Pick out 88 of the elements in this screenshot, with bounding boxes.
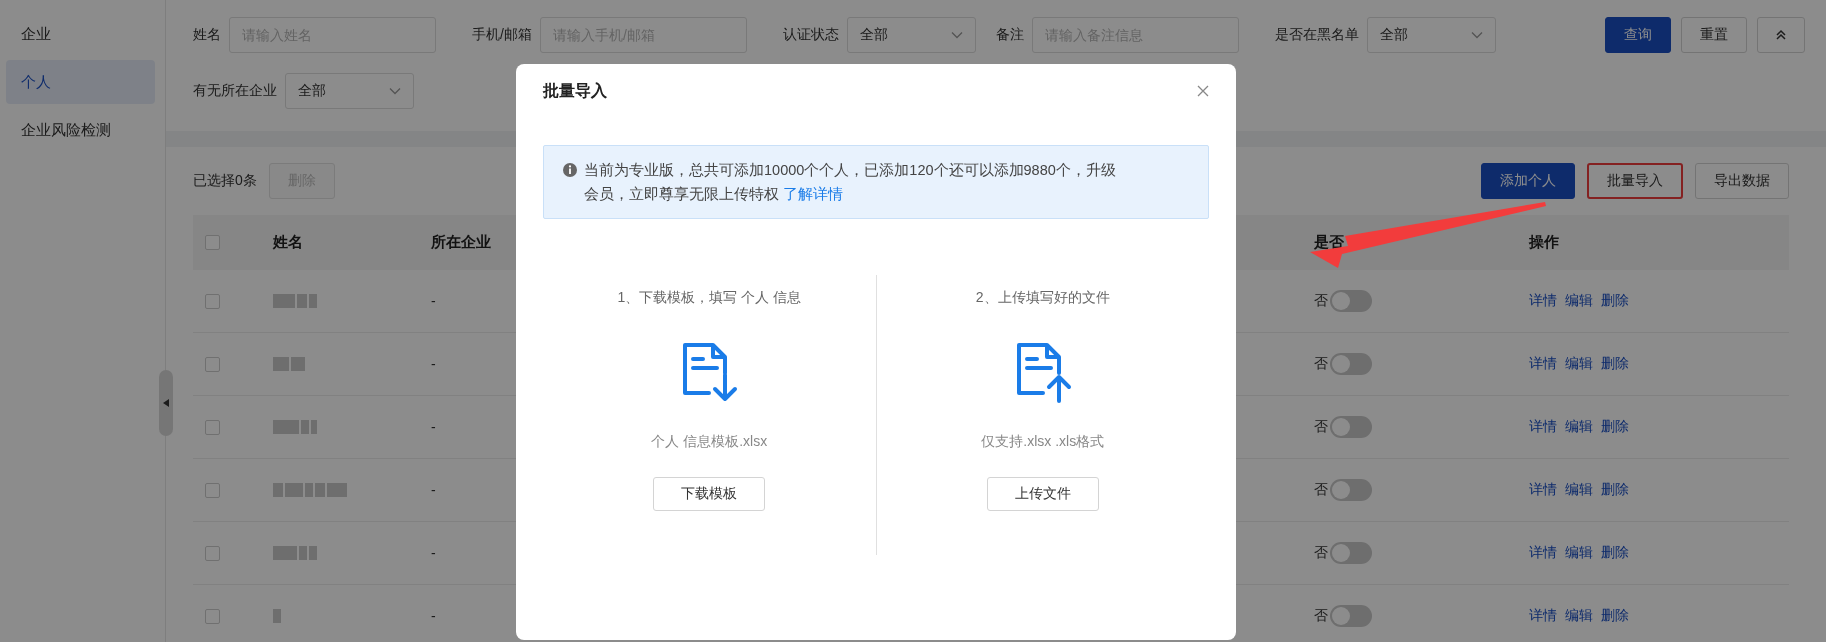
field-label: 手机/邮箱 bbox=[472, 26, 532, 44]
action-link[interactable]: 编辑 bbox=[1565, 544, 1593, 562]
chevron-down-icon bbox=[1470, 31, 1483, 39]
action-link[interactable]: 编辑 bbox=[1565, 355, 1593, 373]
table-cell: - bbox=[431, 419, 436, 435]
action-link[interactable]: 详情 bbox=[1529, 481, 1557, 499]
chevron-down-icon bbox=[950, 31, 963, 39]
field-label: 姓名 bbox=[193, 26, 221, 44]
table-cell: - bbox=[431, 482, 436, 498]
action-link[interactable]: 详情 bbox=[1529, 607, 1557, 625]
redacted-name bbox=[273, 357, 305, 371]
toolbar-button[interactable]: 批量导入 bbox=[1587, 163, 1683, 199]
table-cell: 否 bbox=[1314, 481, 1328, 499]
info-icon bbox=[562, 162, 578, 178]
close-icon[interactable] bbox=[1197, 85, 1209, 97]
toggle-switch[interactable] bbox=[1330, 290, 1372, 312]
chevron-down-icon bbox=[389, 87, 401, 95]
collapse-handle[interactable] bbox=[159, 370, 173, 436]
download-button[interactable]: 下载模板 bbox=[653, 477, 766, 511]
toolbar-button[interactable]: 添加个人 bbox=[1481, 163, 1575, 199]
step-note: 仅支持.xlsx .xls格式 bbox=[981, 433, 1105, 451]
checkbox[interactable] bbox=[205, 235, 220, 250]
checkbox[interactable] bbox=[205, 608, 220, 624]
redacted-name bbox=[273, 546, 317, 560]
sidebar-item[interactable]: 企业风险检测 bbox=[6, 108, 155, 152]
action-link[interactable]: 删除 bbox=[1601, 418, 1629, 436]
column-header: 所在企业 bbox=[431, 233, 491, 252]
field-label: 备注 bbox=[995, 26, 1024, 44]
field-label: 认证状态 bbox=[782, 26, 839, 44]
action-link[interactable]: 删除 bbox=[1601, 544, 1629, 562]
checkbox[interactable] bbox=[205, 293, 220, 309]
sidebar-item[interactable]: 企业 bbox=[6, 12, 155, 56]
table-cell: 否 bbox=[1314, 607, 1328, 625]
select-field[interactable]: 全部 bbox=[846, 17, 976, 53]
action-link[interactable]: 删除 bbox=[1601, 355, 1629, 373]
redacted-name bbox=[273, 609, 281, 623]
dialog-title: 批量导入 bbox=[543, 80, 607, 101]
action-link[interactable]: 详情 bbox=[1529, 292, 1557, 310]
table-cell: 否 bbox=[1314, 292, 1328, 310]
reset-button[interactable]: 重置 bbox=[1681, 17, 1747, 53]
upload-button[interactable]: 上传文件 bbox=[986, 477, 1099, 511]
checkbox[interactable] bbox=[205, 419, 220, 435]
action-link[interactable]: 删除 bbox=[1601, 481, 1629, 499]
redacted-name bbox=[273, 294, 317, 308]
sidebar-item[interactable]: 个人 bbox=[6, 60, 155, 104]
step-title: 2、上传填写好的文件 bbox=[975, 289, 1110, 307]
action-link[interactable]: 编辑 bbox=[1565, 607, 1593, 625]
table-cell: 否 bbox=[1314, 544, 1328, 562]
redacted-name bbox=[273, 420, 317, 434]
checkbox[interactable] bbox=[205, 482, 220, 498]
field-label: 有无所在企业 bbox=[193, 82, 277, 100]
table-cell: - bbox=[431, 356, 436, 372]
select-field[interactable]: 全部 bbox=[285, 73, 414, 109]
action-link[interactable]: 详情 bbox=[1529, 418, 1557, 436]
action-link[interactable]: 详情 bbox=[1529, 355, 1557, 373]
notice-text: 当前为专业版，总共可添加10000个个人，已添加120个还可以添加9880个，升级会员，立即尊享无限上传特权 了解详情 bbox=[584, 161, 1117, 204]
search-button[interactable]: 查询 bbox=[1605, 17, 1671, 53]
table-cell: 否 bbox=[1314, 418, 1328, 436]
action-link[interactable]: 删除 bbox=[1601, 607, 1629, 625]
table-cell: - bbox=[431, 608, 436, 624]
step-note: 个人 信息模板.xlsx bbox=[651, 433, 768, 451]
action-link[interactable]: 编辑 bbox=[1565, 481, 1593, 499]
toggle-switch[interactable] bbox=[1330, 479, 1372, 501]
action-link[interactable]: 编辑 bbox=[1565, 418, 1593, 436]
action-link[interactable]: 删除 bbox=[1601, 292, 1629, 310]
double-chevron-up-icon bbox=[1775, 29, 1787, 41]
selection-count: 已选择0条 bbox=[193, 172, 257, 190]
table-cell: 否 bbox=[1314, 355, 1328, 373]
caret-left-icon bbox=[163, 399, 169, 407]
checkbox[interactable] bbox=[205, 356, 220, 372]
table-cell: - bbox=[431, 293, 436, 309]
toggle-switch[interactable] bbox=[1330, 353, 1372, 375]
toggle-switch[interactable] bbox=[1330, 605, 1372, 627]
field-label: 是否在黑名单 bbox=[1274, 26, 1359, 44]
collapse-button[interactable] bbox=[1757, 17, 1805, 53]
select-field[interactable]: 全部 bbox=[1366, 17, 1496, 53]
step-title: 1、下载模板，填写 个人 信息 bbox=[617, 289, 802, 307]
toggle-switch[interactable] bbox=[1330, 542, 1372, 564]
action-link[interactable]: 编辑 bbox=[1565, 292, 1593, 310]
column-header: 姓名 bbox=[273, 233, 303, 252]
toggle-switch[interactable] bbox=[1330, 416, 1372, 438]
table-cell: - bbox=[431, 545, 436, 561]
learn-more-link[interactable]: 了解详情 bbox=[783, 186, 844, 202]
action-link[interactable]: 详情 bbox=[1529, 544, 1557, 562]
column-header: 是否 bbox=[1314, 233, 1344, 252]
column-header: 操作 bbox=[1529, 233, 1559, 252]
toolbar-button[interactable]: 导出数据 bbox=[1695, 163, 1789, 199]
checkbox[interactable] bbox=[205, 545, 220, 561]
